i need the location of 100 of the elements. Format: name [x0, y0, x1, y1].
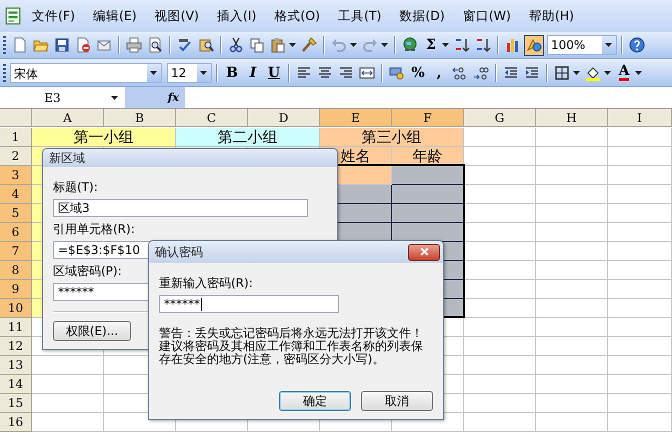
grid-cell — [608, 261, 672, 280]
caret-icon[interactable] — [604, 43, 612, 47]
menu-item[interactable]: 数据(D) — [391, 6, 453, 26]
grid-cell — [464, 394, 536, 413]
font-color-button[interactable]: A — [614, 62, 634, 83]
row-header[interactable]: 1 — [0, 128, 32, 147]
field-label: 重新输入密码(R): — [159, 275, 253, 292]
caret-icon[interactable] — [635, 70, 642, 74]
percent-button[interactable]: % — [408, 62, 428, 83]
caret-icon[interactable] — [604, 70, 611, 74]
row-header[interactable]: 2 — [0, 147, 32, 166]
row-header[interactable]: 14 — [0, 375, 32, 394]
row-header[interactable]: 9 — [0, 280, 32, 299]
new-document-icon — [12, 37, 28, 53]
menu-item[interactable]: 窗口(W) — [454, 6, 519, 26]
menu-item[interactable]: 插入(I) — [208, 6, 264, 26]
grid-cell — [608, 242, 672, 261]
row-header[interactable]: 8 — [0, 261, 32, 280]
grid-cell — [608, 128, 672, 147]
name-box[interactable]: E3 — [0, 87, 105, 108]
caret-icon[interactable] — [573, 70, 580, 74]
decrease-indent-icon — [503, 64, 519, 80]
column-header[interactable]: H — [536, 109, 608, 127]
sort-ascending-icon — [454, 37, 470, 53]
row-header[interactable]: 10 — [0, 299, 32, 318]
menu-item[interactable]: 视图(V) — [146, 6, 207, 26]
column-header[interactable]: D — [248, 109, 320, 127]
font-size-field[interactable]: 12 — [167, 62, 212, 82]
grid-cell — [464, 280, 536, 299]
chart-icon — [505, 37, 521, 53]
dropdown-button[interactable] — [147, 64, 161, 82]
row-header[interactable]: 16 — [0, 413, 32, 432]
grid-cell — [608, 337, 672, 356]
toolbar-gripper[interactable] — [3, 36, 6, 54]
increase-decimal-icon — [452, 64, 468, 80]
grid-cell — [536, 394, 608, 413]
grid-cell — [536, 204, 608, 223]
menu-item[interactable]: 文件(F) — [24, 6, 83, 26]
column-header[interactable]: G — [464, 109, 536, 127]
caret-icon[interactable] — [110, 96, 118, 100]
help-button[interactable] — [627, 34, 647, 56]
row-header[interactable]: 3 — [0, 166, 32, 185]
bold-button[interactable]: B — [222, 62, 242, 83]
row-header[interactable]: 6 — [0, 223, 32, 242]
zoom-field[interactable]: 100% — [547, 35, 617, 55]
row-header[interactable]: 11 — [0, 318, 32, 337]
menu-item[interactable]: 帮助(H) — [520, 6, 582, 26]
dropdown-button[interactable] — [602, 36, 616, 54]
caret-icon[interactable] — [442, 43, 449, 47]
insert-function-label[interactable]: fx — [125, 87, 185, 108]
grid-cell — [464, 166, 536, 185]
font-field[interactable]: 宋体 — [10, 62, 162, 82]
caret-icon[interactable] — [350, 43, 357, 47]
cancel-button[interactable]: 取消 — [361, 391, 433, 411]
row-header[interactable]: 7 — [0, 242, 32, 261]
input-field[interactable]: ****** — [159, 295, 339, 313]
grid-cell — [32, 413, 104, 432]
caret-icon[interactable] — [150, 70, 156, 74]
ok-button[interactable]: 确定 — [279, 391, 351, 411]
group-title: 第二小组 — [176, 128, 320, 147]
column-header[interactable]: B — [104, 109, 176, 127]
row-header[interactable]: 12 — [0, 337, 32, 356]
row-header[interactable]: 13 — [0, 356, 32, 375]
column-header[interactable]: I — [608, 109, 672, 127]
caret-icon[interactable] — [289, 43, 296, 47]
row-header[interactable]: 5 — [0, 204, 32, 223]
column-header[interactable]: F — [392, 109, 464, 127]
permission-icon — [75, 37, 91, 53]
column-header[interactable]: E — [320, 109, 392, 127]
permissions-button[interactable]: 权限(E)... — [53, 321, 131, 341]
italic-button[interactable]: I — [243, 62, 263, 83]
input-field[interactable]: 区域3 — [53, 199, 308, 217]
grid-cell — [536, 242, 608, 261]
grid-cell — [608, 318, 672, 337]
row-header[interactable]: 15 — [0, 394, 32, 413]
caret-icon[interactable] — [381, 43, 388, 47]
comma-style-button[interactable]: , — [429, 62, 449, 83]
autosum-button[interactable]: Σ — [421, 34, 441, 56]
drawing-button[interactable] — [524, 34, 544, 56]
grid-cell — [536, 147, 608, 166]
column-header[interactable]: A — [32, 109, 104, 127]
group-title: 第三小组 — [320, 128, 464, 147]
column-header[interactable]: C — [176, 109, 248, 127]
caret-icon[interactable] — [200, 70, 206, 74]
research-icon — [198, 37, 214, 53]
underline-button[interactable]: U — [264, 62, 284, 83]
close-button[interactable] — [408, 244, 440, 260]
undo-icon — [331, 37, 347, 53]
hyperlink-icon — [402, 37, 418, 53]
grid-cell — [464, 223, 536, 242]
toolbar-gripper[interactable] — [3, 64, 6, 82]
dropdown-button[interactable] — [197, 64, 211, 82]
sort-descending-icon — [475, 37, 491, 53]
menu-item[interactable]: 格式(O) — [266, 6, 328, 26]
grid-cell — [536, 185, 608, 204]
paste-icon — [270, 37, 286, 53]
row-header[interactable]: 4 — [0, 185, 32, 204]
menu-item[interactable]: 工具(T) — [330, 6, 390, 26]
menu-item[interactable]: 编辑(E) — [84, 6, 145, 26]
print-button[interactable] — [124, 34, 144, 56]
